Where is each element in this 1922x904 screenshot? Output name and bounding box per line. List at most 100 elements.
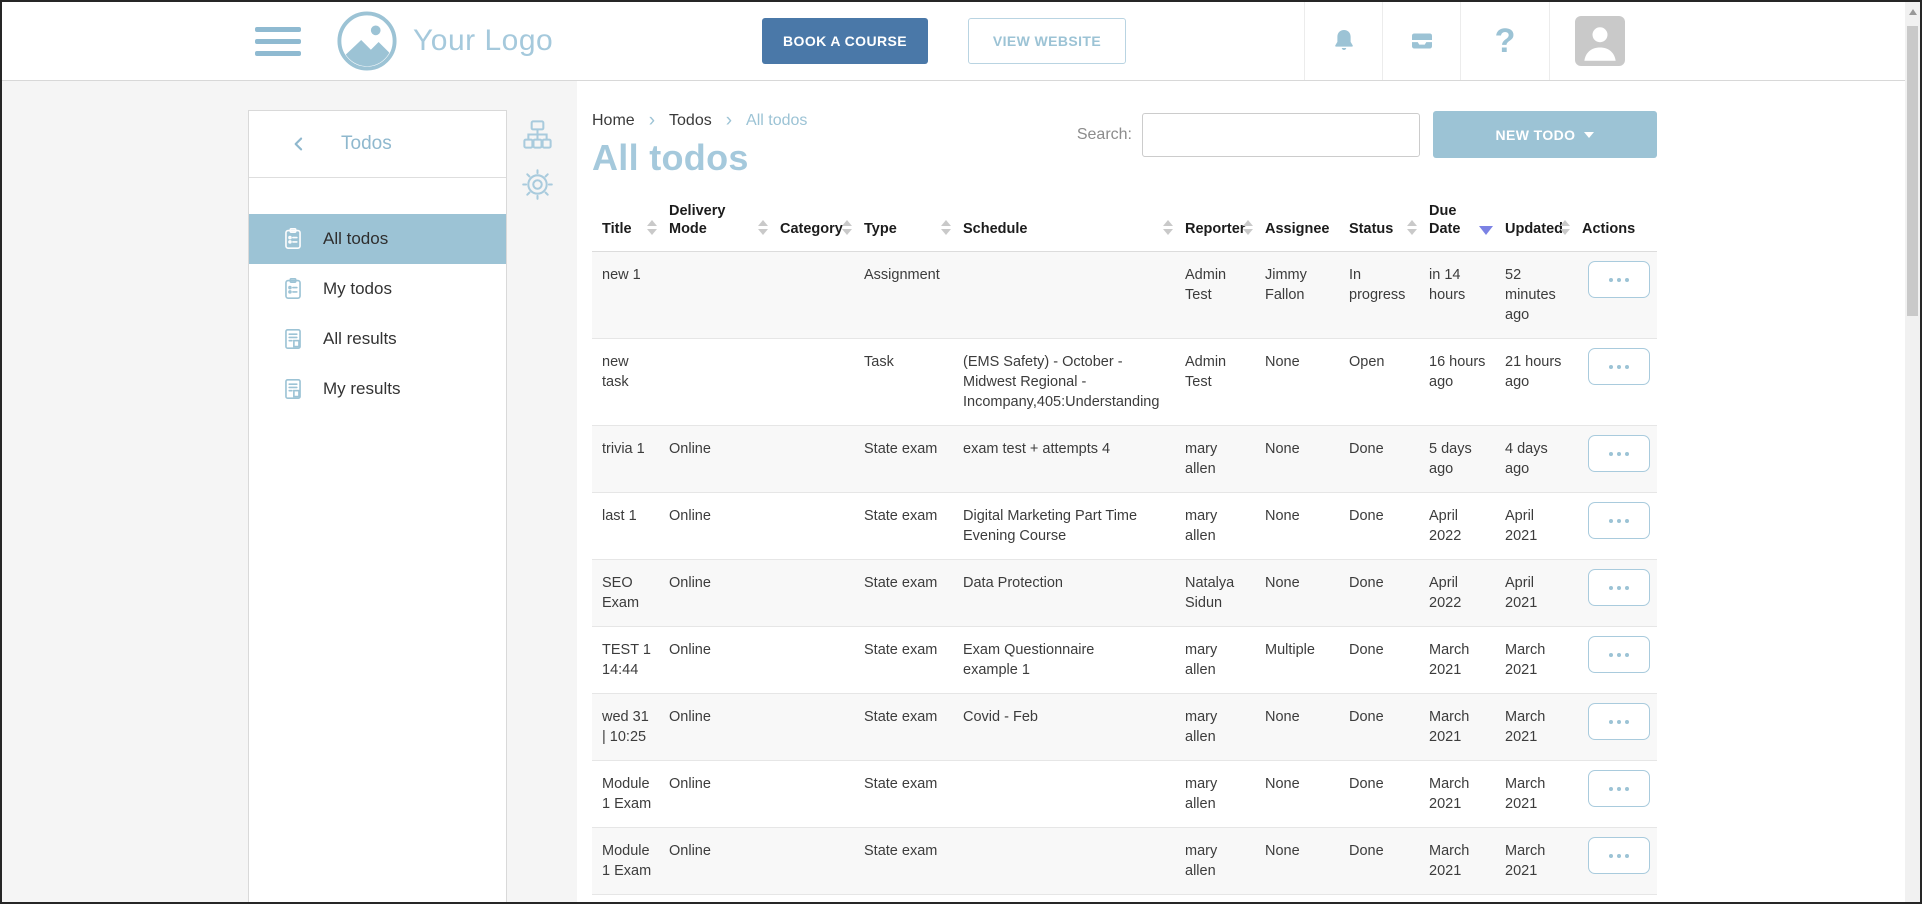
cell-reporter: mary allen xyxy=(1185,895,1265,903)
column-label: Due Date xyxy=(1429,203,1460,237)
sidebar-item-label: All results xyxy=(323,329,397,349)
column-label: Updated xyxy=(1505,221,1563,237)
sidebar-item-my-results[interactable]: My results xyxy=(249,364,506,414)
column-header-category[interactable]: Category xyxy=(780,196,864,252)
cell-status: Done xyxy=(1349,426,1429,493)
column-header-type[interactable]: Type xyxy=(864,196,963,252)
sidebar-item-label: My results xyxy=(323,379,400,399)
sidebar-nav: All todos My todos All results My result… xyxy=(249,214,506,414)
book-a-course-button[interactable]: BOOK A COURSE xyxy=(762,18,928,64)
cell-delivery_mode xyxy=(669,339,780,426)
cell-title: new task xyxy=(592,339,669,426)
notifications-bell-icon[interactable] xyxy=(1305,2,1382,80)
sitemap-icon[interactable] xyxy=(520,117,555,152)
results-document-icon xyxy=(280,326,306,352)
cell-type: State exam xyxy=(864,694,963,761)
sidebar-item-all-todos[interactable]: All todos xyxy=(249,214,506,264)
column-header-assignee: Assignee xyxy=(1265,196,1349,252)
gear-icon[interactable] xyxy=(520,167,555,202)
inbox-icon[interactable] xyxy=(1383,2,1460,80)
cell-due_date: in 14 hours xyxy=(1429,252,1505,339)
cell-type: State exam xyxy=(864,426,963,493)
cell-due_date: March 2021 xyxy=(1429,828,1505,895)
sort-arrows-icon xyxy=(1407,220,1417,235)
cell-schedule: exam test + attempts 4 xyxy=(963,426,1185,493)
top-header: Your Logo BOOK A COURSE VIEW WEBSITE ? xyxy=(2,2,1920,81)
cell-delivery_mode: Online xyxy=(669,560,780,627)
breadcrumb-item-home[interactable]: Home xyxy=(592,112,635,130)
row-actions-button[interactable] xyxy=(1588,261,1650,298)
dropdown-caret-icon xyxy=(1584,132,1594,138)
sidebar-item-all-results[interactable]: All results xyxy=(249,314,506,364)
cell-schedule: (EMS Safety) - October - Midwest Regiona… xyxy=(963,339,1185,426)
cell-reporter: mary allen xyxy=(1185,828,1265,895)
cell-category xyxy=(780,761,864,828)
cell-updated: March 2021 xyxy=(1505,895,1582,903)
table-row: new 1 AssignmentAdmin Test Jimmy FallonI… xyxy=(592,252,1657,339)
todos-table: Title Delivery ModeCategory TypeScheduleRe… xyxy=(592,196,1657,902)
cell-updated: 4 days ago xyxy=(1505,426,1582,493)
cell-assignee: None xyxy=(1265,339,1349,426)
column-label: Actions xyxy=(1582,221,1635,237)
row-actions-button[interactable] xyxy=(1588,703,1650,740)
cell-actions xyxy=(1582,627,1657,694)
column-header-schedule[interactable]: Schedule xyxy=(963,196,1185,252)
cell-title: new 1 xyxy=(592,252,669,339)
search-input[interactable] xyxy=(1142,113,1420,157)
user-avatar[interactable] xyxy=(1575,16,1625,66)
menu-hamburger-icon[interactable] xyxy=(255,27,301,56)
view-website-button[interactable]: VIEW WEBSITE xyxy=(968,18,1126,64)
column-header-due-date[interactable]: Due Date xyxy=(1429,196,1505,252)
logo[interactable]: Your Logo xyxy=(336,10,553,72)
cell-reporter: Natalya Sidun xyxy=(1185,560,1265,627)
scroll-up-arrow-icon[interactable] xyxy=(1909,9,1917,15)
row-actions-button[interactable] xyxy=(1588,837,1650,874)
sidebar-item-my-todos[interactable]: My todos xyxy=(249,264,506,314)
column-header-status[interactable]: Status xyxy=(1349,196,1429,252)
column-header-reporter[interactable]: Reporter xyxy=(1185,196,1265,252)
sort-arrows-icon xyxy=(1560,220,1570,235)
sidebar: Todos All todos My todos All results xyxy=(248,110,507,902)
row-actions-button[interactable] xyxy=(1588,502,1650,539)
vertical-scrollbar[interactable] xyxy=(1905,2,1920,902)
cell-category xyxy=(780,252,864,339)
column-label: Title xyxy=(602,221,632,237)
column-header-updated[interactable]: Updated xyxy=(1505,196,1582,252)
sort-arrows-icon xyxy=(941,220,951,235)
row-actions-button[interactable] xyxy=(1588,636,1650,673)
scrollbar-thumb[interactable] xyxy=(1907,26,1918,316)
collapse-chevron-icon[interactable] xyxy=(289,134,309,154)
breadcrumb-separator-icon: › xyxy=(726,111,732,130)
new-todo-button[interactable]: NEW TODO xyxy=(1433,111,1657,158)
header-divider xyxy=(1549,2,1550,80)
cell-updated: April 2021 xyxy=(1505,560,1582,627)
cell-due_date: April 2022 xyxy=(1429,560,1505,627)
cell-delivery_mode: Online xyxy=(669,694,780,761)
column-label: Category xyxy=(780,221,843,237)
breadcrumb-item-all-todos: All todos xyxy=(746,112,807,130)
main-content: Home›Todos›All todos All todos Search: N… xyxy=(577,81,1903,902)
row-actions-button[interactable] xyxy=(1588,435,1650,472)
cell-updated: March 2021 xyxy=(1505,694,1582,761)
cell-assignee: None xyxy=(1265,828,1349,895)
app-window: Your Logo BOOK A COURSE VIEW WEBSITE ? xyxy=(0,0,1922,904)
table-row: TEST 1 14:44Online State examExam Questi… xyxy=(592,627,1657,694)
cell-actions xyxy=(1582,426,1657,493)
cell-title: Module 1 Exam xyxy=(592,895,669,903)
cell-due_date: March 2021 xyxy=(1429,627,1505,694)
column-header-title[interactable]: Title xyxy=(592,196,669,252)
column-header-delivery-mode[interactable]: Delivery Mode xyxy=(669,196,780,252)
breadcrumb-separator-icon: › xyxy=(649,111,655,130)
row-actions-button[interactable] xyxy=(1588,348,1650,385)
breadcrumb-item-todos[interactable]: Todos xyxy=(669,112,712,130)
row-actions-button[interactable] xyxy=(1588,569,1650,606)
cell-status: Done xyxy=(1349,627,1429,694)
results-document-icon xyxy=(280,376,306,402)
help-icon[interactable]: ? xyxy=(1461,2,1549,80)
cell-due_date: March 2021 xyxy=(1429,895,1505,903)
cell-assignee: None xyxy=(1265,761,1349,828)
row-actions-button[interactable] xyxy=(1588,770,1650,807)
cell-assignee: Multiple xyxy=(1265,627,1349,694)
column-header-actions: Actions xyxy=(1582,196,1657,252)
cell-assignee: Jimmy Fallon xyxy=(1265,252,1349,339)
